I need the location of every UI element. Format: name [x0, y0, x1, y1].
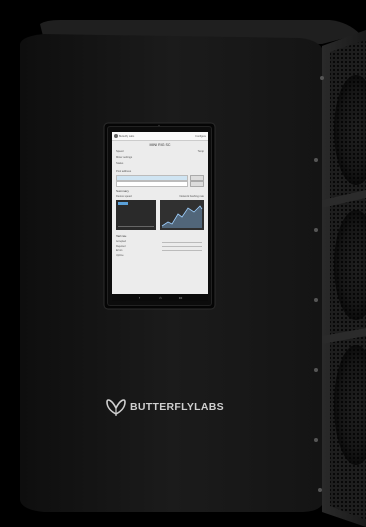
network-rate-chart [160, 200, 204, 230]
speed-label: Speed [116, 150, 124, 153]
brand-name: BUTTERFLYLABS [130, 401, 224, 413]
miner-app: Butterfly Labs Configure MINI RIG SC Spe… [112, 132, 208, 294]
screw [318, 488, 322, 492]
screw [314, 228, 318, 232]
status-label: Status [116, 162, 124, 165]
network-rate-label: Network hashing rate [179, 195, 204, 198]
table-heading: Hash rate [116, 235, 127, 238]
save-button[interactable] [190, 181, 204, 187]
screw [320, 76, 324, 80]
pool-label: Pool address [116, 170, 132, 173]
screw [314, 438, 318, 442]
app-name: Butterfly Labs [119, 134, 135, 138]
configure-link[interactable]: Configure [195, 135, 206, 138]
baseline [118, 226, 154, 227]
summary-heading: Summary [116, 189, 129, 193]
network-rate-graph [161, 205, 203, 228]
app-top-bar: Butterfly Labs Configure [112, 132, 208, 141]
product-photo: Butterfly Labs Configure MINI RIG SC Spe… [0, 0, 366, 527]
settings-label: Miner settings [116, 156, 133, 159]
recent-apps-icon[interactable]: ▭ [178, 295, 183, 300]
screw [314, 368, 318, 372]
temp-label: Temp [197, 150, 204, 153]
android-nav-bar: ‹ ⌂ ▭ [112, 294, 208, 301]
device-title: MINI RIG SC [149, 143, 171, 147]
device-speed-panel [116, 200, 156, 230]
tablet-screen: Butterfly Labs Configure MINI RIG SC Spe… [108, 127, 211, 305]
worker-field[interactable] [116, 181, 188, 187]
brand: BUTTERFLYLABS [104, 393, 224, 421]
speed-badge [118, 202, 128, 205]
screw [314, 158, 318, 162]
screw [314, 298, 318, 302]
app-logo-icon [114, 134, 118, 138]
device-speed-label: Device speed [116, 195, 132, 198]
stats-values [162, 240, 202, 260]
home-icon[interactable]: ⌂ [158, 295, 163, 300]
back-icon[interactable]: ‹ [137, 295, 142, 300]
